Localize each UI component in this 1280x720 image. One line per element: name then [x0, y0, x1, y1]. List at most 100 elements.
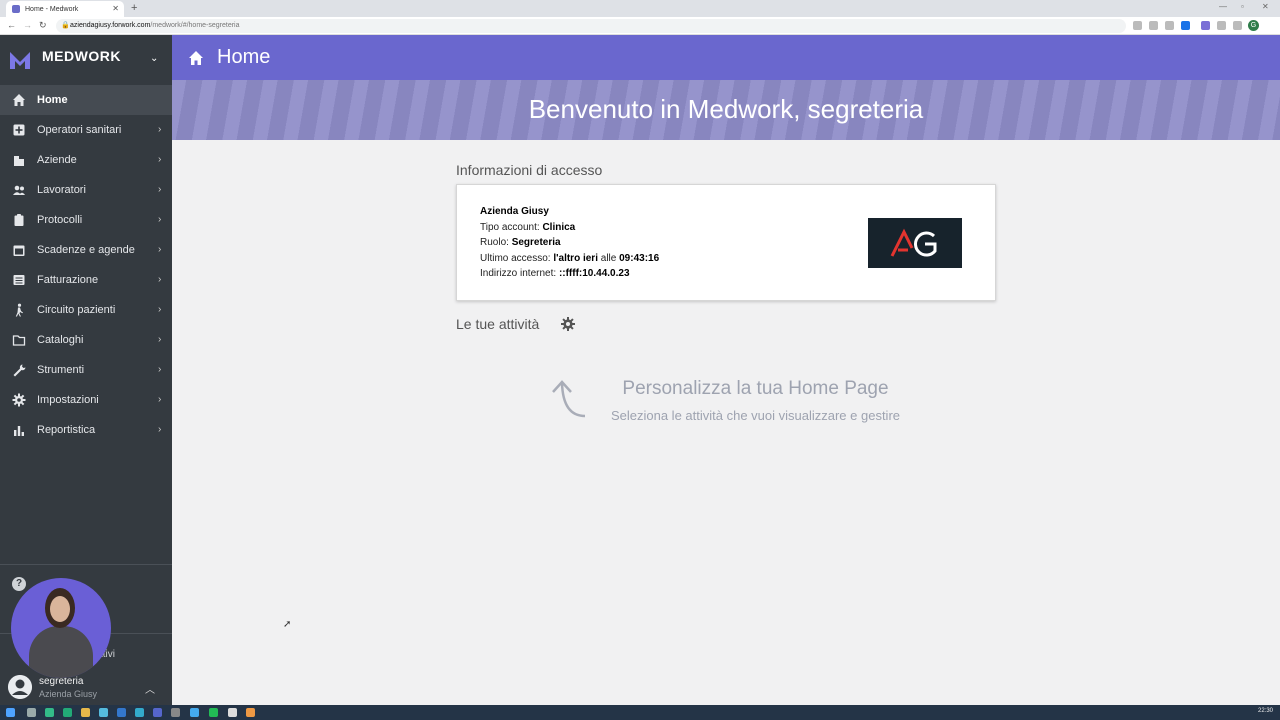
- role-value: Segreteria: [511, 237, 561, 248]
- brand[interactable]: MEDWORK ⌄: [0, 35, 172, 85]
- access-info-card: Azienda Giusy Tipo account: Clinica Ruol…: [456, 184, 996, 301]
- maximize-icon[interactable]: ▫: [1241, 2, 1244, 11]
- app-icon[interactable]: [228, 708, 237, 717]
- arrow-up-icon: [552, 380, 586, 418]
- last-access-day: l'altro ieri: [553, 253, 598, 264]
- sidebar-item-aziende[interactable]: Aziende ›: [0, 145, 172, 175]
- company-line: Azienda Giusy: [480, 206, 549, 217]
- chevron-right-icon: ›: [158, 154, 162, 165]
- mouse-cursor-icon: ➚: [283, 619, 292, 630]
- account-label: Tipo account:: [480, 222, 540, 233]
- puzzle-icon[interactable]: [1217, 21, 1226, 30]
- webcam-overlay: [11, 578, 111, 678]
- wrench-icon: [13, 364, 26, 377]
- users-icon: [13, 185, 25, 195]
- help-icon[interactable]: ?: [12, 577, 26, 591]
- user-avatar-icon[interactable]: [8, 675, 32, 699]
- role-label: Ruolo:: [480, 237, 509, 248]
- url-path: /medwork/#/home-segreteria: [150, 22, 240, 29]
- chevron-down-icon[interactable]: ⌄: [150, 53, 158, 64]
- sidebar-item-strumenti[interactable]: Strumenti ›: [0, 355, 172, 385]
- folder-icon: [12, 335, 26, 346]
- chevron-right-icon: ›: [158, 244, 162, 255]
- sidebar-item-fatturazione[interactable]: Fatturazione ›: [0, 265, 172, 295]
- send-icon[interactable]: [1165, 21, 1174, 30]
- zoom-icon[interactable]: [1149, 21, 1158, 30]
- app-icon[interactable]: [190, 708, 199, 717]
- sidebar-divider: [0, 564, 172, 565]
- last-access-line: Ultimo accesso: l'altro ieri alle 09:43:…: [480, 253, 659, 264]
- close-tab-icon[interactable]: ✕: [112, 4, 119, 13]
- sidebar-item-label: Reportistica: [37, 424, 96, 436]
- ip-line: Indirizzo internet: ::ffff:10.44.0.23: [480, 268, 630, 279]
- chevron-right-icon: ›: [158, 364, 162, 375]
- search-icon[interactable]: [27, 708, 36, 717]
- chevron-right-icon: ›: [158, 424, 162, 435]
- sidebar-item-protocolli[interactable]: Protocolli ›: [0, 205, 172, 235]
- chevron-right-icon: ›: [158, 124, 162, 135]
- sidebar-item-impostazioni[interactable]: Impostazioni ›: [0, 385, 172, 415]
- minimize-icon[interactable]: —: [1219, 2, 1227, 11]
- sidebar-item-label: Impostazioni: [37, 394, 99, 406]
- reload-icon[interactable]: ↻: [39, 20, 47, 31]
- edge-icon[interactable]: [135, 708, 144, 717]
- sidebar-item-lavoratori[interactable]: Lavoratori ›: [0, 175, 172, 205]
- sidebar-item-home[interactable]: Home: [0, 85, 172, 115]
- back-icon[interactable]: ←: [7, 20, 16, 30]
- walking-icon: [15, 303, 23, 317]
- user-organization: Azienda Giusy: [39, 689, 98, 699]
- chrome-icon[interactable]: [246, 708, 255, 717]
- last-access-at: alle: [600, 253, 617, 264]
- chevron-up-icon[interactable]: ︿: [145, 681, 155, 696]
- sidebar-item-operatori-sanitari[interactable]: Operatori sanitari ›: [0, 115, 172, 145]
- browser-tab-bar: Home - Medwork ✕ + — ▫ ✕: [0, 0, 1280, 17]
- forward-icon[interactable]: →: [23, 20, 32, 30]
- welcome-banner: Benvenuto in Medwork, segreteria: [172, 80, 1280, 140]
- browser-address-bar: ← → ↻ 🔒 aziendagiusy.forwork.com/medwork…: [0, 17, 1280, 35]
- app-icon[interactable]: [45, 708, 54, 717]
- calendar-icon: [13, 245, 25, 256]
- medwork-logo-icon: [10, 52, 30, 69]
- chevron-right-icon: ›: [158, 214, 162, 225]
- close-window-icon[interactable]: ✕: [1262, 2, 1269, 11]
- gear-icon: [12, 393, 26, 407]
- bookmark-star-icon[interactable]: [1181, 21, 1190, 30]
- sidebar-menu: Home Operatori sanitari › Aziende › Lavorator…: [0, 85, 172, 445]
- app-icon[interactable]: [209, 708, 218, 717]
- browser-tab[interactable]: Home - Medwork ✕: [6, 1, 124, 17]
- sidebar-item-label: Aziende: [37, 154, 77, 166]
- last-access-label: Ultimo accesso:: [480, 253, 551, 264]
- account-line: Tipo account: Clinica: [480, 222, 575, 233]
- sidebar-item-scadenze-e-agende[interactable]: Scadenze e agende ›: [0, 235, 172, 265]
- extension-icon[interactable]: [1201, 21, 1210, 30]
- sidebar-item-cataloghi[interactable]: Cataloghi ›: [0, 325, 172, 355]
- welcome-text: Benvenuto in Medwork, segreteria: [528, 94, 924, 124]
- sidebar-item-label: Operatori sanitari: [37, 124, 122, 136]
- url-host: aziendagiusy.forwork.com: [70, 22, 151, 29]
- share-icon[interactable]: [1133, 21, 1142, 30]
- profile-avatar[interactable]: G: [1248, 20, 1259, 31]
- gear-icon[interactable]: [561, 317, 575, 331]
- sidepanel-icon[interactable]: [1233, 21, 1242, 30]
- ip-label: Indirizzo internet:: [480, 268, 557, 279]
- teams-icon[interactable]: [153, 708, 162, 717]
- lock-icon: 🔒: [61, 22, 70, 29]
- role-line: Ruolo: Segreteria: [480, 237, 561, 248]
- app-icon[interactable]: [99, 708, 108, 717]
- app-icon[interactable]: [63, 708, 72, 717]
- sidebar-item-reportistica[interactable]: Reportistica ›: [0, 415, 172, 445]
- ip-value: ::ffff:10.44.0.23: [558, 268, 630, 279]
- plus-square-icon: [13, 124, 25, 136]
- app-icon[interactable]: [117, 708, 126, 717]
- chevron-right-icon: ›: [158, 274, 162, 285]
- folder-icon[interactable]: [81, 708, 90, 717]
- url-field[interactable]: 🔒 aziendagiusy.forwork.com/medwork/#/hom…: [56, 19, 1126, 33]
- os-taskbar: 22:30: [0, 705, 1280, 720]
- windows-start-icon[interactable]: [6, 708, 15, 717]
- activities-section-title: Le tue attività: [456, 316, 540, 332]
- sidebar-item-circuito-pazienti[interactable]: Circuito pazienti ›: [0, 295, 172, 325]
- chevron-right-icon: ›: [158, 394, 162, 405]
- new-tab-button[interactable]: +: [131, 2, 137, 14]
- personalize-title: Personalizza la tua Home Page: [622, 378, 889, 399]
- app-icon[interactable]: [171, 708, 180, 717]
